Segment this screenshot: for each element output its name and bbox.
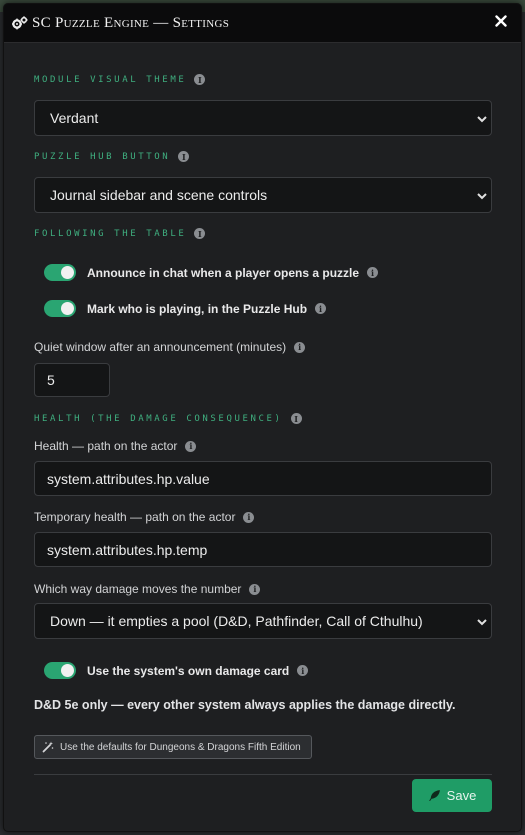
visual-theme-heading-text: Module Visual Theme: [34, 74, 187, 85]
feather-icon: [428, 790, 440, 801]
footer-divider: [34, 774, 492, 775]
use-defaults-button-label: Use the defaults for Dungeons & Dragons …: [60, 741, 301, 753]
temp-health-label: Temporary health — path on the actor i: [34, 510, 255, 524]
hub-button-select[interactable]: Journal sidebar and scene controls: [34, 177, 492, 213]
toggle-knob: [61, 664, 74, 677]
visual-theme-heading: Module Visual Theme i: [34, 74, 206, 85]
close-icon[interactable]: [493, 13, 509, 29]
use-defaults-button[interactable]: Use the defaults for Dungeons & Dragons …: [34, 735, 312, 759]
window-title: SC Puzzle Engine — Settings: [32, 14, 230, 31]
health-heading: Health (the damage consequence) i: [34, 413, 302, 424]
damage-direction-value: Down — it empties a pool (D&D, Pathfinde…: [50, 613, 423, 629]
dnd-note: D&D 5e only — every other system always …: [34, 698, 456, 712]
info-icon[interactable]: i: [367, 267, 379, 278]
damage-direction-select[interactable]: Down — it empties a pool (D&D, Pathfinde…: [34, 603, 492, 639]
quiet-window-value: 5: [47, 372, 55, 388]
info-icon[interactable]: i: [178, 151, 190, 162]
window-titlebar[interactable]: SC Puzzle Engine — Settings: [4, 4, 521, 43]
chevron-down-icon: [477, 193, 487, 200]
toggle-knob: [61, 302, 74, 315]
following-heading: Following the Table i: [34, 228, 206, 239]
temp-health-value: system.attributes.hp.temp: [47, 541, 208, 558]
settings-form: Module Visual Theme i Verdant Puzzle Hub…: [4, 43, 521, 831]
damage-direction-label: Which way damage moves the number i: [34, 582, 261, 596]
info-icon[interactable]: i: [297, 665, 309, 676]
visual-theme-value: Verdant: [50, 110, 99, 126]
announce-toggle-label: Announce in chat when a player opens a p…: [87, 265, 360, 280]
health-path-label: Health — path on the actor i: [34, 439, 197, 453]
mark-playing-toggle-label: Mark who is playing, in the Puzzle Hub: [87, 301, 308, 316]
info-icon[interactable]: i: [243, 511, 255, 523]
chevron-down-icon: [477, 116, 487, 123]
info-icon[interactable]: i: [185, 440, 197, 452]
quiet-window-label: Quiet window after an announcement (minu…: [34, 340, 306, 354]
damage-card-toggle-row: Use the system's own damage card i: [44, 662, 309, 679]
save-button[interactable]: Save: [412, 779, 492, 812]
quiet-window-input[interactable]: 5: [34, 363, 110, 397]
hub-button-value: Journal sidebar and scene controls: [50, 187, 268, 203]
toggle-knob: [61, 266, 74, 279]
settings-window: SC Puzzle Engine — Settings Module Visua…: [3, 3, 522, 832]
hub-button-heading-text: Puzzle Hub Button: [34, 151, 171, 162]
mark-playing-toggle-row: Mark who is playing, in the Puzzle Hub i: [44, 300, 327, 317]
info-icon[interactable]: i: [290, 413, 302, 424]
temp-health-label-text: Temporary health — path on the actor: [34, 510, 236, 524]
info-icon[interactable]: i: [249, 583, 261, 595]
hub-button-heading: Puzzle Hub Button i: [34, 151, 190, 162]
info-icon[interactable]: i: [194, 74, 206, 85]
announce-toggle-row: Announce in chat when a player opens a p…: [44, 264, 379, 281]
health-path-label-text: Health — path on the actor: [34, 439, 178, 453]
chevron-down-icon: [477, 619, 487, 626]
quiet-window-label-text: Quiet window after an announcement (minu…: [34, 340, 287, 354]
damage-direction-label-text: Which way damage moves the number: [34, 582, 242, 596]
temp-health-input[interactable]: system.attributes.hp.temp: [34, 532, 492, 567]
info-icon[interactable]: i: [315, 303, 327, 314]
health-path-input[interactable]: system.attributes.hp.value: [34, 461, 492, 496]
save-button-label: Save: [446, 788, 477, 803]
health-heading-text: Health (the damage consequence): [34, 413, 283, 424]
health-path-value: system.attributes.hp.value: [47, 470, 210, 487]
magic-wand-icon: [42, 741, 54, 753]
info-icon[interactable]: i: [194, 228, 206, 239]
damage-card-toggle[interactable]: [44, 662, 76, 679]
gears-icon: [11, 14, 29, 32]
info-icon[interactable]: i: [294, 341, 306, 353]
following-heading-text: Following the Table: [34, 228, 187, 239]
mark-playing-toggle[interactable]: [44, 300, 76, 317]
visual-theme-select[interactable]: Verdant: [34, 100, 492, 136]
announce-toggle[interactable]: [44, 264, 76, 281]
damage-card-toggle-label: Use the system's own damage card: [87, 663, 290, 678]
